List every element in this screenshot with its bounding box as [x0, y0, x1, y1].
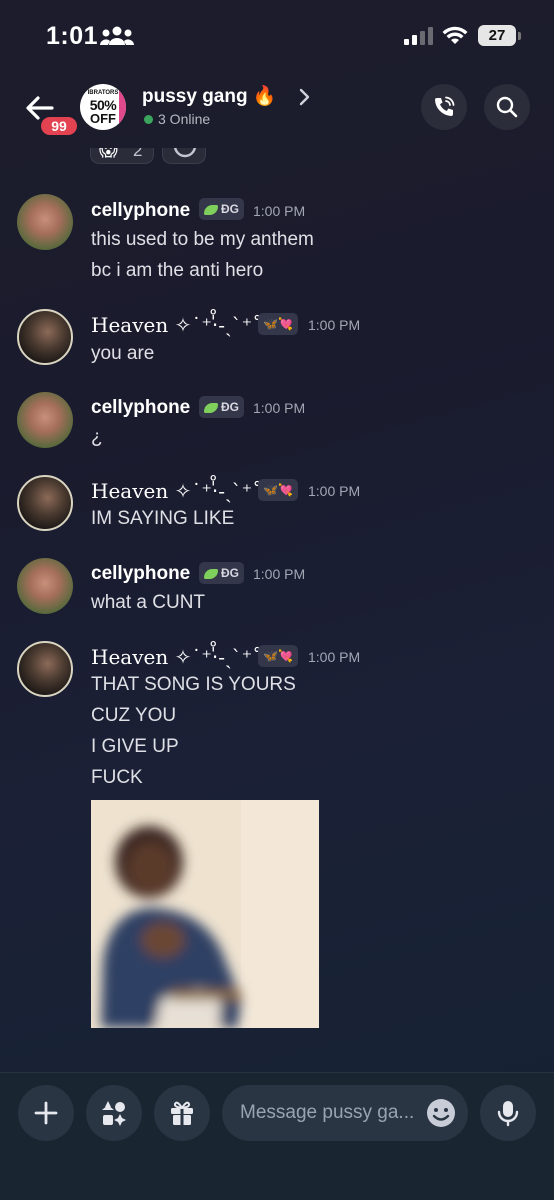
message-text: CUZ YOU	[91, 705, 177, 726]
apps-button[interactable]	[86, 1085, 142, 1141]
user-tag: 🦋💘	[258, 479, 298, 501]
add-reaction-icon	[173, 148, 197, 158]
battery-indicator: 27	[478, 25, 516, 46]
message-author[interactable]: Heaven ✧˙⁺‧̍̊-ˏˋ⁺˚	[91, 313, 262, 338]
message-author[interactable]: Heaven ✧˙⁺‧̍̊-ˏˋ⁺˚	[91, 479, 262, 504]
chevron-right-icon[interactable]	[294, 86, 314, 108]
leaf-icon	[204, 402, 218, 413]
message-text: I GIVE UP	[91, 736, 179, 757]
status-bar: 1:01 27	[0, 0, 554, 74]
channel-header: 99 IBRATORS 50% OFF pussy gang 🔥 3 Onlin…	[0, 74, 554, 148]
message-composer	[0, 1072, 554, 1200]
user-tag: ƉG	[199, 396, 244, 418]
avatar[interactable]	[17, 194, 73, 250]
gif-image	[91, 800, 319, 1028]
avatar[interactable]	[17, 558, 73, 614]
online-status-dot	[144, 115, 153, 124]
message-text: ¿	[91, 427, 103, 448]
phone-call-icon	[435, 96, 455, 116]
message-text: IM SAYING LIKE	[91, 508, 235, 529]
add-attachment-button[interactable]	[18, 1085, 74, 1141]
microphone-icon	[497, 1101, 519, 1127]
reaction-emoji: 😱	[99, 148, 118, 160]
group-avatar-stripe	[119, 84, 126, 130]
group-avatar[interactable]: IBRATORS 50% OFF	[80, 84, 126, 130]
message-author[interactable]: cellyphone	[91, 200, 190, 222]
message-input[interactable]	[240, 1099, 422, 1127]
gift-button[interactable]	[154, 1085, 210, 1141]
user-tag: ƉG	[199, 198, 244, 220]
message-timestamp: 1:00 PM	[308, 483, 361, 499]
gift-icon	[171, 1101, 193, 1125]
user-tag-text: ƉG	[221, 202, 239, 216]
avatar[interactable]	[17, 475, 73, 531]
plus-icon	[34, 1101, 58, 1125]
user-tag: 🦋💘	[258, 645, 298, 667]
emoji-icon[interactable]	[425, 1097, 457, 1129]
user-tag: ƉG	[199, 562, 244, 584]
message-text: what a CUNT	[91, 592, 206, 613]
message-input-container[interactable]	[222, 1085, 468, 1141]
voice-call-button[interactable]	[421, 84, 467, 130]
user-tag-text: ƉG	[221, 566, 239, 580]
leaf-icon	[204, 204, 218, 215]
online-count: 3 Online	[158, 111, 211, 127]
user-tag: 🦋💘	[258, 313, 298, 335]
message-timestamp: 1:00 PM	[253, 400, 306, 416]
message-timestamp: 1:00 PM	[253, 566, 306, 582]
apps-icon	[102, 1101, 126, 1126]
status-time: 1:01	[46, 22, 99, 50]
reaction-count: 2	[133, 148, 143, 160]
avatar[interactable]	[17, 641, 73, 697]
wifi-icon	[442, 26, 468, 44]
user-tag-text: ƉG	[221, 400, 239, 414]
message-timestamp: 1:00 PM	[308, 317, 361, 333]
avatar[interactable]	[17, 309, 73, 365]
battery-cap	[518, 32, 521, 40]
message-text: FUCK	[91, 767, 143, 788]
avatar[interactable]	[17, 392, 73, 448]
unread-badge: 99	[38, 114, 80, 138]
search-button[interactable]	[484, 84, 530, 130]
reactions-row: 😱 2	[90, 148, 220, 166]
add-reaction-button[interactable]	[162, 148, 206, 164]
message-author[interactable]: cellyphone	[91, 397, 190, 419]
message-text: bc i am the anti hero	[91, 260, 264, 281]
cellular-signal-icon	[404, 27, 433, 45]
message-author[interactable]: Heaven ✧˙⁺‧̍̊-ˏˋ⁺˚	[91, 645, 262, 670]
channel-name[interactable]: pussy gang 🔥	[142, 84, 277, 108]
message-text: you are	[91, 343, 155, 364]
message-author[interactable]: cellyphone	[91, 563, 190, 585]
shared-with-people-icon	[100, 26, 134, 45]
reaction-pill[interactable]: 😱 2	[90, 148, 154, 164]
gif-attachment[interactable]	[91, 800, 319, 1028]
message-timestamp: 1:00 PM	[308, 649, 361, 665]
leaf-icon	[204, 568, 218, 579]
message-text: THAT SONG IS YOURS	[91, 674, 296, 695]
message-text: this used to be my anthem	[91, 229, 314, 250]
voice-message-button[interactable]	[480, 1085, 536, 1141]
search-icon	[496, 96, 518, 118]
message-timestamp: 1:00 PM	[253, 203, 306, 219]
